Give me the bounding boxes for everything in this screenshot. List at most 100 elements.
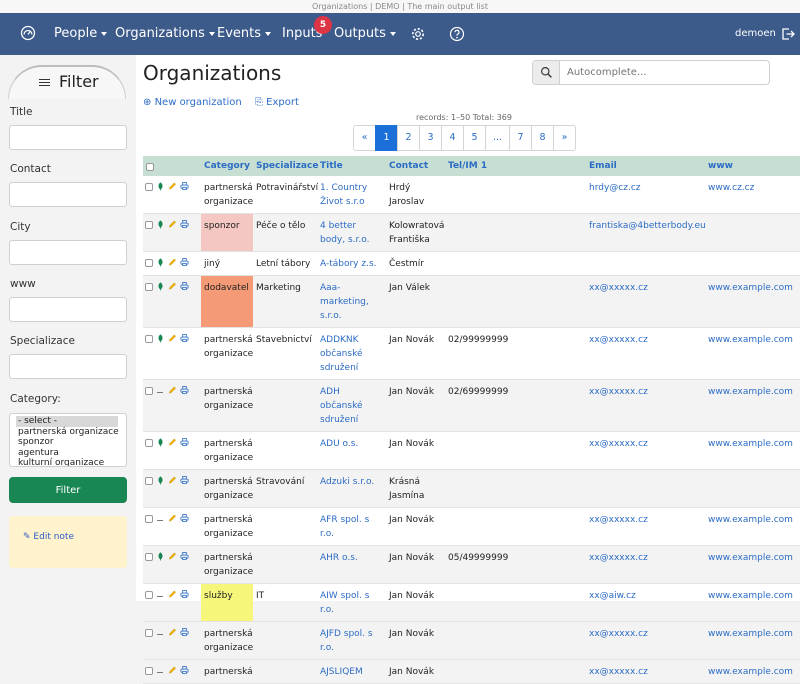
cell-www-link[interactable]: www.example.com [705, 545, 800, 584]
printer-icon[interactable] [180, 385, 189, 395]
cell-title-link[interactable]: AHR o.s. [317, 545, 386, 584]
edit-note-box[interactable]: ✎ Edit note [9, 516, 127, 568]
cell-email-link[interactable]: xx@xxxxx.cz [586, 379, 705, 432]
cell-title-link[interactable]: AIW spol. s r.o. [317, 583, 386, 622]
column-header-www[interactable]: www [705, 156, 800, 176]
page-link[interactable]: 5 [463, 125, 486, 151]
pencil-edit-icon[interactable] [168, 665, 177, 675]
pencil-edit-icon[interactable] [168, 219, 177, 229]
select-all-checkbox[interactable] [146, 163, 154, 171]
printer-icon[interactable] [180, 475, 189, 485]
nav-outputs[interactable]: Outputs [334, 13, 396, 55]
cell-www-link[interactable]: www.example.com [705, 507, 800, 546]
contact-input[interactable] [9, 182, 127, 207]
category-option[interactable]: sponzor [18, 437, 126, 448]
cell-email-link[interactable]: frantiska@4betterbody.eu [586, 213, 706, 252]
cell-title-link[interactable]: AFR spol. s r.o. [317, 507, 386, 546]
cell-title-link[interactable]: AJFD spol. s r.o. [317, 621, 386, 660]
row-checkbox[interactable] [145, 629, 153, 637]
table-row[interactable]: jiný Letní tábory A-tábory z.s. Čestmír [143, 251, 800, 276]
cell-www-link[interactable] [705, 251, 800, 276]
cell-www-link[interactable]: www.example.com [705, 275, 800, 328]
pencil-edit-icon[interactable] [168, 333, 177, 343]
printer-icon[interactable] [180, 627, 189, 637]
row-checkbox[interactable] [145, 477, 153, 485]
cell-www-link[interactable]: www.example.com [705, 621, 800, 660]
cell-title-link[interactable]: ADDKNK občanské sdružení [317, 327, 386, 380]
row-checkbox[interactable] [145, 259, 153, 267]
cell-email-link[interactable]: xx@xxxxx.cz [586, 545, 705, 584]
cell-email-link[interactable]: xx@xxxxx.cz [586, 275, 705, 328]
nav-people[interactable]: People [54, 13, 108, 55]
printer-icon[interactable] [180, 437, 189, 447]
cell-title-link[interactable]: AJSLIQEM [317, 659, 386, 684]
pencil-edit-icon[interactable] [168, 627, 177, 637]
row-checkbox[interactable] [145, 553, 153, 561]
nav-events[interactable]: Events [217, 13, 272, 55]
column-header-contact[interactable]: Contact [386, 156, 445, 176]
search-input[interactable] [565, 64, 765, 81]
cell-www-link[interactable]: www.example.com [705, 379, 800, 432]
row-checkbox[interactable] [145, 515, 153, 523]
cell-www-link[interactable] [705, 213, 800, 252]
cell-title-link[interactable]: ADH občanské sdružení [317, 379, 386, 432]
table-row[interactable]: partnerská organizace AJFD spol. s r.o. Ja… [143, 621, 800, 660]
current-user[interactable]: demoen [735, 13, 776, 55]
cell-email-link[interactable] [586, 251, 705, 276]
printer-icon[interactable] [180, 257, 189, 267]
printer-icon[interactable] [180, 219, 189, 229]
printer-icon[interactable] [180, 551, 189, 561]
pencil-edit-icon[interactable] [168, 513, 177, 523]
pencil-edit-icon[interactable] [168, 475, 177, 485]
printer-icon[interactable] [180, 513, 189, 523]
table-row[interactable]: dodavatel Marketing Aaa-marketing, s.r.o. J… [143, 275, 800, 328]
dashboard-gauge-icon[interactable] [20, 25, 36, 41]
cell-title-link[interactable]: ADU o.s. [317, 431, 386, 470]
cell-email-link[interactable]: xx@xxxxx.cz [586, 621, 705, 660]
page-link[interactable]: 2 [397, 125, 420, 151]
page-link[interactable]: 7 [509, 125, 533, 151]
pencil-edit-icon[interactable] [168, 257, 177, 267]
page-link[interactable]: 4 [441, 125, 464, 151]
cell-email-link[interactable]: xx@xxxxx.cz [586, 507, 705, 546]
column-header-category[interactable]: Category [201, 156, 253, 176]
category-option[interactable]: partnerská organizace [18, 427, 126, 438]
search-icon-box[interactable] [533, 61, 560, 84]
column-header-title[interactable]: Title [317, 156, 386, 176]
pencil-edit-icon[interactable] [168, 437, 177, 447]
category-multiselect[interactable]: - select - partnerská organizace sponzor… [9, 413, 127, 467]
table-row[interactable]: partnerská AJSLIQEM Jan Novák xx@xxxxx.cz ww… [143, 659, 800, 684]
row-checkbox[interactable] [145, 439, 153, 447]
edit-note-link[interactable]: Edit note [33, 532, 74, 542]
printer-icon[interactable] [180, 665, 189, 675]
cell-www-link[interactable]: www.example.com [705, 431, 800, 470]
help-circle-icon[interactable] [449, 26, 465, 42]
cell-title-link[interactable]: 1. Country Život s.r.o [317, 176, 386, 214]
nav-organizations[interactable]: Organizations [115, 13, 215, 55]
pencil-edit-icon[interactable] [168, 181, 177, 191]
printer-icon[interactable] [180, 333, 189, 343]
pencil-edit-icon[interactable] [168, 551, 177, 561]
table-row[interactable]: partnerská organizace AFR spol. s r.o. Jan… [143, 507, 800, 546]
row-checkbox[interactable] [145, 283, 153, 291]
page-link[interactable]: 1 [375, 125, 398, 151]
category-option[interactable]: agentura [18, 448, 126, 459]
specializace-input[interactable] [9, 354, 127, 379]
printer-icon[interactable] [180, 181, 189, 191]
table-row[interactable]: partnerská organizace AHR o.s. Jan Novák 05… [143, 545, 800, 584]
row-checkbox[interactable] [145, 183, 153, 191]
cell-email-link[interactable]: xx@aiw.cz [586, 583, 705, 622]
row-checkbox[interactable] [145, 335, 153, 343]
category-option[interactable]: kulturní organizace [18, 458, 126, 466]
page-link[interactable]: ... [485, 125, 511, 151]
page-link[interactable]: 8 [531, 125, 555, 151]
table-row[interactable]: sponzor Péče o tělo 4 better body, s.r.o. K… [143, 213, 800, 252]
pencil-edit-icon[interactable] [168, 281, 177, 291]
cell-email-link[interactable] [586, 469, 705, 508]
cell-www-link[interactable] [705, 469, 800, 508]
printer-icon[interactable] [180, 281, 189, 291]
filter-panel-tab[interactable]: Filter [8, 65, 126, 99]
cell-email-link[interactable]: xx@xxxxx.cz [586, 431, 705, 470]
cell-email-link[interactable]: hrdy@cz.cz [586, 176, 705, 214]
table-row[interactable]: partnerská organizace ADU o.s. Jan Novák xx… [143, 431, 800, 470]
